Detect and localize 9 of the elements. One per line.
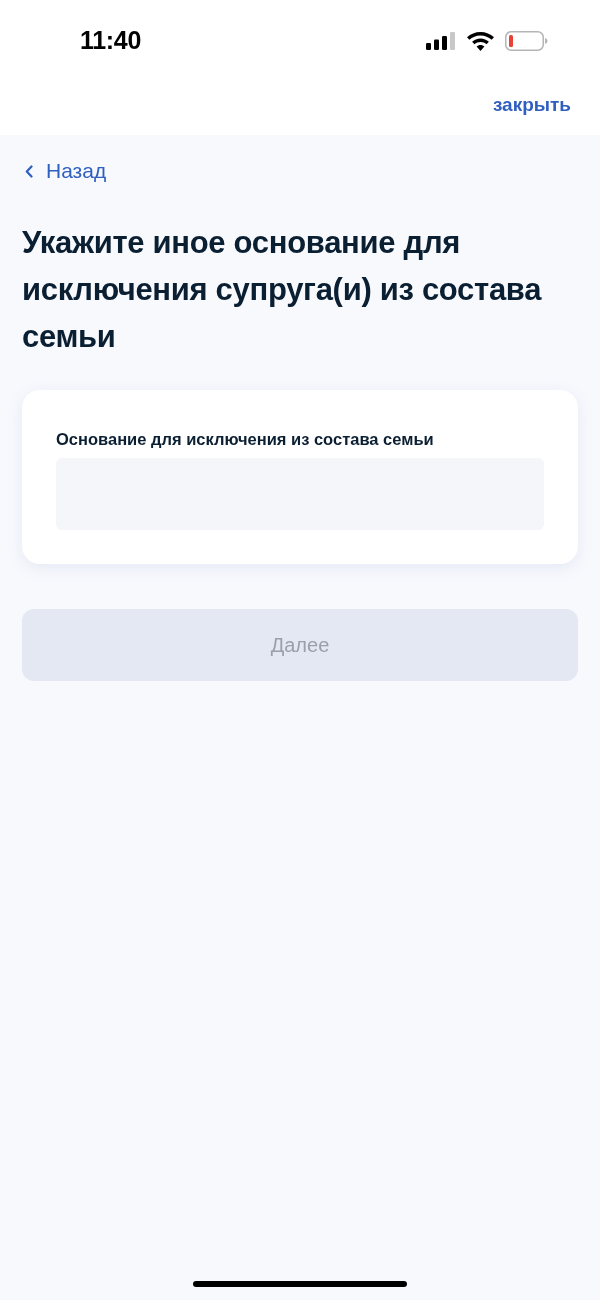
cellular-signal-icon [426, 32, 456, 50]
battery-low-icon [505, 31, 548, 51]
back-link[interactable]: Назад [22, 157, 107, 185]
wifi-icon [467, 31, 494, 51]
field-label: Основание для исключения из состава семьи [56, 429, 435, 450]
close-link[interactable]: закрыть [492, 93, 571, 117]
page-title: Укажите иное основание для исключения супруга(и) из состава семьи [22, 224, 543, 356]
status-time: 11:40 [80, 25, 142, 57]
chevron-left-icon [25, 164, 33, 178]
